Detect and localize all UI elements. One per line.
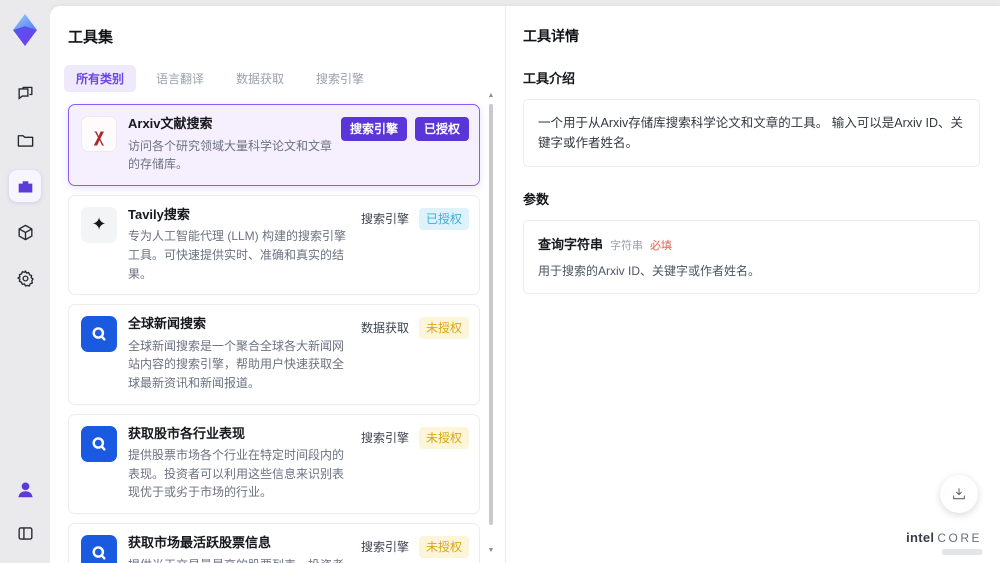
- toolbox-icon: [18, 180, 32, 193]
- sidebar-item-panel-toggle[interactable]: [9, 517, 41, 549]
- param-required-flag: 必填: [650, 240, 673, 252]
- intro-text: 一个用于从Arxiv存储库搜索科学论文和文章的工具。 输入可以是Arxiv ID…: [538, 116, 964, 150]
- tab-search-engine[interactable]: 搜索引擎: [304, 65, 376, 92]
- tool-title: 全球新闻搜索: [128, 316, 207, 332]
- tool-description: 提供当天交易量最高的股票列表，投资者可以利用这些信息来识别流动性强的股票和潜在的…: [128, 556, 351, 563]
- auth-status-badge: 已授权: [418, 207, 469, 230]
- gear-icon: [16, 269, 34, 287]
- tool-description: 专为人工智能代理 (LLM) 构建的搜索引擎工具。可快速提供实时、准确和真实的结…: [128, 229, 347, 281]
- tool-card-sector-performance[interactable]: 获取股市各行业表现 提供股票市场各个行业在特定时间段内的表现。投资者可以利用这些…: [68, 413, 480, 514]
- page-title: 工具集: [68, 29, 114, 46]
- download-icon: [953, 488, 965, 500]
- sidebar-item-files[interactable]: [9, 124, 41, 156]
- category-badge: 搜索引擎: [340, 117, 407, 141]
- param-box: 查询字符串 字符串 必填 用于搜索的Arxiv ID、关键字或作者姓名。: [523, 220, 980, 294]
- tab-all-categories[interactable]: 所有类别: [64, 65, 137, 92]
- tool-title: 获取股市各行业表现: [128, 425, 246, 441]
- search-app-icon: [81, 316, 117, 353]
- tool-card-list: χ Arxiv文献搜索 访问各个研究领域大量科学论文和文章的存储库。 搜索引擎 …: [68, 104, 480, 563]
- sidebar-item-account[interactable]: [9, 473, 41, 505]
- search-app-icon: [81, 534, 117, 563]
- param-type: 字符串: [610, 240, 644, 252]
- tool-title: Tavily搜索: [128, 206, 190, 222]
- tool-title: 获取市场最活跃股票信息: [128, 534, 272, 550]
- detail-title: 工具详情: [523, 28, 579, 44]
- cube-icon: [17, 224, 33, 240]
- tool-card-most-active-stocks[interactable]: 获取市场最活跃股票信息 提供当天交易量最高的股票列表，投资者可以利用这些信息来识…: [68, 522, 480, 563]
- main-window: 工具集 所有类别 语言翻译 数据获取 搜索引擎 χ Arxiv文献搜索 访问各个…: [50, 6, 1000, 563]
- app-rail: [0, 0, 50, 563]
- auth-status-badge: 已授权: [414, 117, 469, 141]
- tab-language-translation[interactable]: 语言翻译: [144, 65, 216, 92]
- search-app-icon: [81, 425, 117, 462]
- tool-title: Arxiv文献搜索: [128, 116, 213, 131]
- tool-description: 提供股票市场各个行业在特定时间段内的表现。投资者可以利用这些信息来识别表现优于或…: [128, 448, 345, 500]
- params-heading: 参数: [523, 192, 550, 207]
- category-badge: 搜索引擎: [360, 211, 409, 226]
- category-badge: 搜索引擎: [360, 539, 409, 554]
- intro-heading: 工具介绍: [523, 71, 576, 86]
- tool-description: 全球新闻搜索是一个聚合全球各大新闻网站内容的搜索引擎，帮助用户快速获取全球最新资…: [128, 338, 345, 390]
- folder-icon: [17, 134, 33, 147]
- app-logo-icon: [13, 14, 37, 46]
- processor-badge: [942, 549, 982, 555]
- auth-status-badge: 未授权: [418, 317, 469, 340]
- scrollbar-thumb[interactable]: [489, 104, 493, 525]
- intel-core-logo: intel CORE: [906, 530, 982, 545]
- tool-card-global-news[interactable]: 全球新闻搜索 全球新闻搜索是一个聚合全球各大新闻网站内容的搜索引擎，帮助用户快速…: [68, 304, 480, 405]
- auth-status-badge: 未授权: [418, 535, 469, 558]
- scroll-up-icon[interactable]: ▲: [487, 92, 495, 100]
- category-tabs: 所有类别 语言翻译 数据获取 搜索引擎: [64, 65, 505, 92]
- chat-icon: [17, 86, 33, 100]
- auth-status-badge: 未授权: [418, 426, 469, 449]
- tavily-star-icon: ✦: [81, 206, 117, 243]
- user-icon: [17, 481, 33, 497]
- category-badge: 数据获取: [360, 321, 409, 336]
- sidebar-item-toolbox[interactable]: [9, 170, 41, 202]
- core-brand-text: CORE: [937, 531, 982, 545]
- tool-card-arxiv[interactable]: χ Arxiv文献搜索 访问各个研究领域大量科学论文和文章的存储库。 搜索引擎 …: [68, 104, 480, 186]
- intel-brand-text: intel: [906, 530, 935, 545]
- tab-data-fetch[interactable]: 数据获取: [224, 65, 296, 92]
- scroll-down-icon[interactable]: ▼: [487, 547, 495, 555]
- sidebar-item-packages[interactable]: [9, 216, 41, 248]
- tool-description: 访问各个研究领域大量科学论文和文章的存储库。: [128, 138, 333, 172]
- arxiv-logo-icon: χ: [81, 116, 117, 152]
- sidebar-item-chat[interactable]: [9, 78, 41, 110]
- tool-detail-panel: 工具详情 工具介绍 一个用于从Arxiv存储库搜索科学论文和文章的工具。 输入可…: [506, 6, 1000, 563]
- param-name: 查询字符串: [538, 237, 604, 252]
- sidebar-item-settings[interactable]: [9, 262, 41, 294]
- intro-box: 一个用于从Arxiv存储库搜索科学论文和文章的工具。 输入可以是Arxiv ID…: [523, 99, 980, 167]
- list-scrollbar[interactable]: ▲ ▼: [487, 92, 495, 555]
- download-button[interactable]: [940, 475, 978, 513]
- param-description: 用于搜索的Arxiv ID、关键字或作者姓名。: [538, 264, 761, 278]
- tool-list-panel: 工具集 所有类别 语言翻译 数据获取 搜索引擎 χ Arxiv文献搜索 访问各个…: [50, 6, 505, 563]
- panel-toggle-icon: [17, 526, 33, 540]
- category-badge: 搜索引擎: [360, 430, 409, 445]
- tool-card-tavily[interactable]: ✦ Tavily搜索 专为人工智能代理 (LLM) 构建的搜索引擎工具。可快速提…: [68, 194, 480, 296]
